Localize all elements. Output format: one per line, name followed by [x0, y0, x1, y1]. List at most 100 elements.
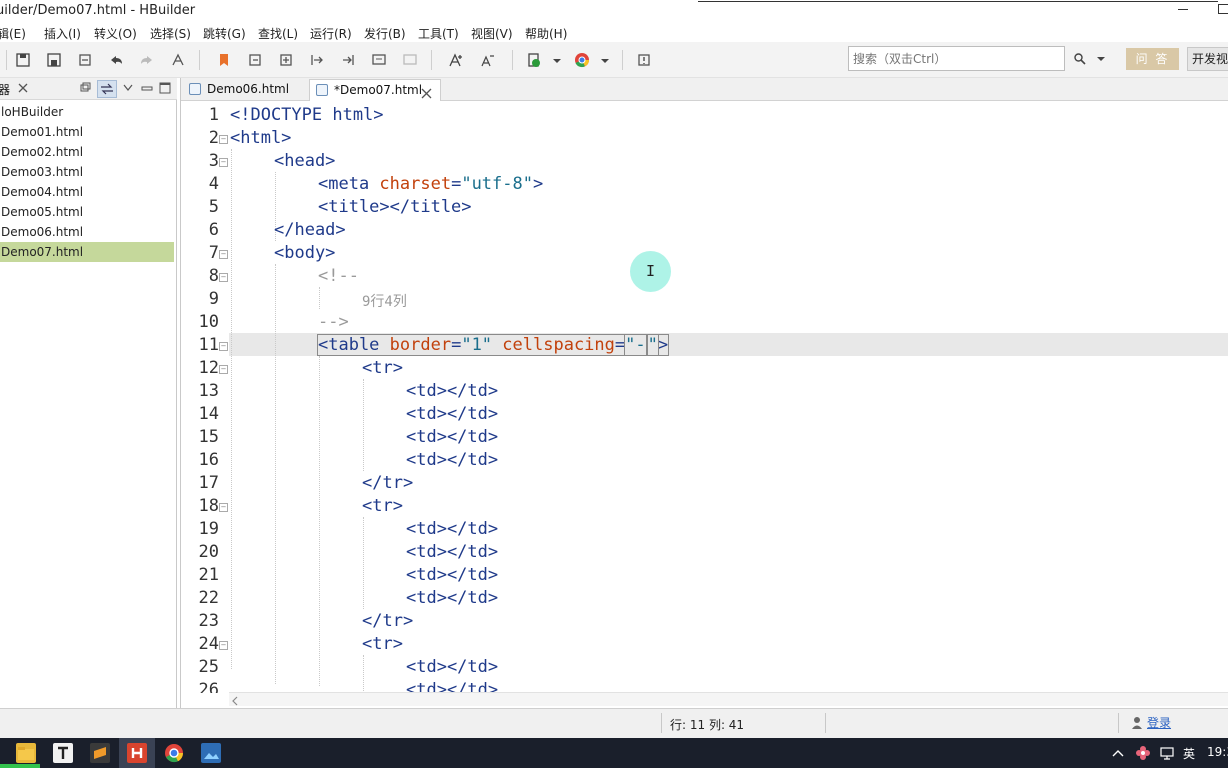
prev-bookmark-icon[interactable] — [247, 52, 263, 68]
save-icon[interactable] — [15, 52, 31, 68]
project-root-item[interactable]: loHBuilder — [0, 102, 174, 122]
collapse-all-icon[interactable] — [79, 82, 91, 94]
file-item-demo07[interactable]: Demo07.html — [0, 242, 174, 262]
fold-marker[interactable]: − — [219, 641, 228, 650]
panel-title: 器 — [0, 83, 11, 97]
tab-demo07[interactable]: *Demo07.html — [309, 79, 441, 101]
line-number: 13 — [198, 381, 219, 401]
line-number: 10 — [198, 312, 219, 332]
run-icon[interactable] — [526, 52, 542, 68]
maximize-button[interactable] — [1218, 4, 1228, 14]
fold-marker[interactable]: − — [219, 503, 228, 512]
fold-marker[interactable]: − — [219, 158, 228, 167]
jump-start-icon[interactable] — [309, 52, 325, 68]
code-line: <td></td> — [406, 381, 499, 401]
toolbar-separator — [512, 50, 513, 70]
fold-marker[interactable]: − — [219, 342, 228, 351]
next-bookmark-icon[interactable] — [278, 52, 294, 68]
photos-icon[interactable] — [201, 743, 221, 763]
line-number: 21 — [198, 565, 219, 585]
menu-run[interactable]: 运行(R) — [310, 25, 352, 42]
sublime-icon[interactable] — [90, 743, 110, 763]
line-number: 5 — [208, 197, 219, 217]
line-number: 2 — [208, 128, 219, 148]
file-item-demo01[interactable]: Demo01.html — [0, 122, 174, 142]
line-number: 26 — [198, 680, 219, 693]
bookmark-icon[interactable] — [216, 52, 232, 68]
close-icon[interactable] — [421, 85, 432, 99]
line-number: 25 — [198, 657, 219, 677]
menu-find[interactable]: 查找(L) — [258, 25, 298, 42]
chevron-up-icon[interactable] — [1112, 747, 1124, 759]
chrome-icon[interactable] — [574, 52, 590, 68]
menu-edit[interactable]: 辑(E) — [0, 25, 26, 42]
chevron-down-icon[interactable] — [552, 52, 562, 68]
code-line: <td></td> — [406, 519, 499, 539]
minimize-button[interactable] — [1178, 3, 1190, 15]
flower-tray-icon[interactable] — [1136, 746, 1150, 760]
save-all-icon[interactable] — [46, 52, 62, 68]
menu-publish[interactable]: 发行(B) — [364, 25, 406, 42]
chrome-taskbar-icon[interactable] — [164, 743, 184, 763]
indent-guide — [363, 379, 364, 471]
file-item-demo05[interactable]: Demo05.html — [0, 202, 174, 222]
search-field[interactable] — [848, 46, 1065, 71]
horizontal-scrollbar[interactable] — [229, 692, 1228, 706]
uncomment-icon[interactable] — [402, 52, 418, 68]
redo-icon[interactable] — [139, 52, 155, 68]
code-area[interactable]: 1 2 3 4 5 6 7 8 9 10 11 12 13 14 15 16 1… — [181, 103, 1228, 693]
menu-goto[interactable]: 跳转(G) — [203, 25, 246, 42]
line-number: 14 — [198, 404, 219, 424]
fold-marker[interactable]: − — [219, 273, 228, 282]
jump-end-icon[interactable] — [340, 52, 356, 68]
chevron-down-icon[interactable] — [600, 52, 610, 68]
toolbar-separator — [6, 50, 7, 70]
view-menu-icon[interactable] — [122, 82, 134, 94]
file-item-demo04[interactable]: Demo04.html — [0, 182, 174, 202]
minimize-icon[interactable] — [141, 82, 153, 94]
file-item-demo06[interactable]: Demo06.html — [0, 222, 174, 242]
tab-demo06[interactable]: Demo06.html — [183, 79, 305, 101]
fold-marker[interactable]: − — [219, 365, 228, 374]
toolbar-separator — [431, 50, 432, 70]
maximize-icon[interactable] — [159, 82, 171, 94]
indent-guide — [363, 655, 364, 693]
ime-indicator[interactable]: 英 — [1183, 745, 1195, 762]
code-line: <td></td> — [406, 542, 499, 562]
login-link[interactable]: 登录 — [1147, 714, 1171, 731]
menu-view[interactable]: 视图(V) — [471, 25, 513, 42]
undo-icon[interactable] — [108, 52, 124, 68]
file-explorer-icon[interactable] — [16, 743, 36, 763]
menu-tools[interactable]: 工具(T) — [418, 25, 459, 42]
scroll-left-icon[interactable] — [231, 695, 239, 706]
file-item-demo03[interactable]: Demo03.html — [0, 162, 174, 182]
menu-select[interactable]: 选择(S) — [150, 25, 191, 42]
font-decrease-icon[interactable] — [479, 52, 495, 68]
code-line: <td></td> — [406, 588, 499, 608]
hbuilder-icon[interactable] — [127, 743, 147, 763]
menu-escape[interactable]: 转义(O) — [94, 25, 137, 42]
comment-icon[interactable] — [371, 52, 387, 68]
format-icon[interactable] — [170, 52, 186, 68]
fold-marker[interactable]: − — [219, 135, 228, 144]
menu-insert[interactable]: 插入(I) — [44, 25, 81, 42]
info-icon[interactable] — [636, 52, 652, 68]
font-increase-icon[interactable] — [448, 52, 464, 68]
search-input[interactable] — [849, 47, 1064, 70]
toolbar-separator — [622, 50, 623, 70]
fold-marker[interactable]: − — [219, 250, 228, 259]
menu-help[interactable]: 帮助(H) — [525, 25, 567, 42]
link-editor-icon[interactable] — [97, 80, 117, 98]
typora-icon[interactable] — [53, 743, 73, 763]
search-icon[interactable] — [1073, 52, 1087, 66]
code-line: <td></td> — [406, 404, 499, 424]
chevron-down-icon[interactable] — [1096, 53, 1106, 65]
qa-button[interactable]: 问 答 — [1126, 48, 1179, 70]
dev-view-button[interactable]: 开发视 — [1187, 47, 1228, 71]
file-item-demo02[interactable]: Demo02.html — [0, 142, 174, 162]
network-icon[interactable] — [1160, 746, 1174, 760]
close-icon[interactable] — [17, 82, 29, 94]
clock[interactable]: 19:3 — [1207, 745, 1228, 759]
revert-icon[interactable] — [77, 52, 93, 68]
code-line: 9行4列 — [362, 294, 407, 310]
